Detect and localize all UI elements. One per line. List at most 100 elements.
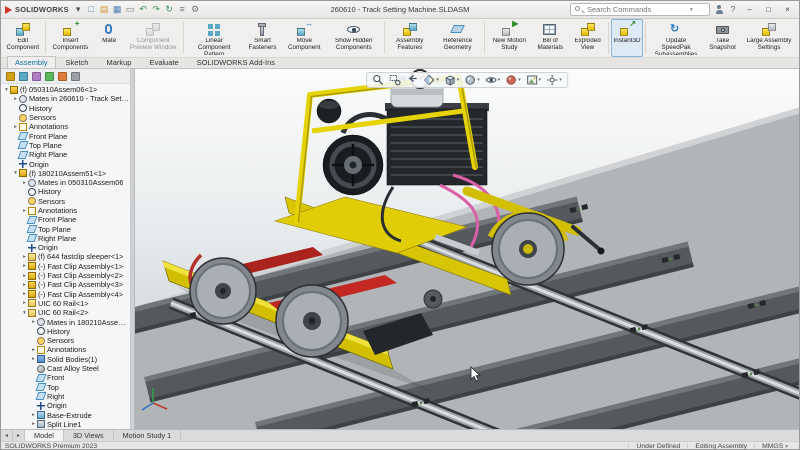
tree-item[interactable]: ▸ Split Line1 (1, 420, 130, 429)
help-button[interactable]: ? (728, 5, 738, 14)
hide-show-items-button[interactable]: ▾ (485, 74, 501, 86)
caret-down-icon[interactable]: ▾ (518, 77, 521, 83)
tree-item[interactable]: Right (1, 392, 130, 401)
status-units[interactable]: MMGS ▾ (754, 443, 795, 450)
tree-item[interactable]: ▸ Annotations (1, 206, 130, 215)
tree-item[interactable]: Top Plane (1, 141, 130, 150)
new-document-button[interactable]: □ (85, 3, 98, 16)
ribbon-button-component-preview-window[interactable]: Component Preview Window (125, 19, 181, 57)
tree-item[interactable]: ▸ Mates in 260610 - Track Setting Machin… (1, 94, 130, 103)
tree-expand-arrow[interactable]: ▸ (21, 254, 28, 260)
tree-expand-arrow[interactable]: ▸ (21, 291, 28, 297)
options-button[interactable]: ⚙ (189, 3, 202, 16)
displaymanager-tab[interactable] (58, 72, 67, 81)
ribbon-button-move-component[interactable]: ↔ Move Component (283, 19, 326, 57)
tree-item[interactable]: ▸ Mates in 180210Assem51 (1, 317, 130, 326)
minimize-button[interactable]: – (742, 5, 757, 14)
tree-expand-arrow[interactable]: ▸ (21, 263, 28, 269)
tab-evaluate[interactable]: Evaluate (141, 56, 186, 68)
redo-button[interactable]: ↷ (150, 3, 163, 16)
tree-item[interactable]: ▸ (-) Fast Clip Assembly<2> (1, 271, 130, 280)
tree-item[interactable]: ▸ (-) Fast Clip Assembly<1> (1, 262, 130, 271)
tree-item[interactable]: Origin (1, 401, 130, 410)
ribbon-button-update-speedpak[interactable]: ↻ Update SpeedPak Subassemblies (648, 19, 704, 57)
tree-item[interactable]: Right Plane (1, 234, 130, 243)
maximize-button[interactable]: □ (761, 5, 776, 14)
menu-expand-button[interactable]: ▾ (72, 3, 85, 16)
display-style-button[interactable]: ▾ (464, 74, 480, 86)
tree-item[interactable]: Cast Alloy Steel (1, 364, 130, 373)
tree-expand-arrow[interactable]: ▾ (3, 87, 10, 93)
ribbon-button-smart-fasteners[interactable]: Smart Fasteners (242, 19, 283, 57)
tab-markup[interactable]: Markup (98, 56, 139, 68)
user-account-icon[interactable] (714, 5, 724, 15)
tab-3d-views[interactable]: 3D Views (64, 430, 114, 441)
caret-down-icon[interactable]: ▾ (559, 77, 562, 83)
tree-item[interactable]: History (1, 187, 130, 196)
tree-expand-arrow[interactable]: ▸ (30, 421, 37, 427)
units-caret-icon[interactable]: ▾ (785, 444, 788, 450)
open-document-button[interactable]: ▤ (98, 3, 111, 16)
apply-scene-button[interactable]: ▾ (526, 74, 542, 86)
tree-expand-arrow[interactable]: ▾ (12, 170, 19, 176)
tree-item[interactable]: Top Plane (1, 224, 130, 233)
tab-sketch[interactable]: Sketch (58, 56, 97, 68)
ribbon-button-bill-of-materials[interactable]: Bill of Materials (531, 19, 569, 57)
tree-expand-arrow[interactable]: ▸ (30, 319, 37, 325)
tree-item[interactable]: ▸ UIC 60 Rail<1> (1, 299, 130, 308)
undo-button[interactable]: ↶ (137, 3, 150, 16)
tree-item[interactable]: Origin (1, 159, 130, 168)
tree-item[interactable]: Sensors (1, 197, 130, 206)
tree-item[interactable]: Sensors (1, 336, 130, 345)
section-view-button[interactable]: ▾ (423, 74, 439, 86)
ribbon-button-instant3d[interactable]: ↗ Instant3D (611, 19, 643, 57)
zoom-to-area-button[interactable] (389, 74, 401, 86)
tree-expand-arrow[interactable]: ▸ (30, 412, 37, 418)
tree-item[interactable]: Front (1, 373, 130, 382)
graphics-viewport[interactable]: ▾ ▾ ▾ ▾ ▾ (135, 69, 799, 429)
tree-item[interactable]: ▾ UIC 60 Rail<2> (1, 308, 130, 317)
tree-expand-arrow[interactable]: ▸ (30, 347, 37, 353)
zoom-to-fit-button[interactable] (372, 74, 384, 86)
tree-item[interactable]: ▸ (-) Fast Clip Assembly<3> (1, 280, 130, 289)
ribbon-button-large-assembly-settings[interactable]: Large Assembly Settings (741, 19, 797, 57)
tree-item[interactable]: ▸ Mates in 050310Assem06 (1, 178, 130, 187)
caret-down-icon[interactable]: ▾ (477, 77, 480, 83)
ribbon-button-take-snapshot[interactable]: Take Snapshot (704, 19, 741, 57)
close-button[interactable]: × (780, 5, 795, 14)
tree-expand-arrow[interactable]: ▸ (21, 300, 28, 306)
tree-item[interactable]: Right Plane (1, 150, 130, 159)
tree-item[interactable]: ▸ Annotations (1, 122, 130, 131)
tab-motion-study-1[interactable]: Motion Study 1 (114, 430, 182, 441)
configurationmanager-tab[interactable] (32, 72, 41, 81)
propertymanager-tab[interactable] (19, 72, 28, 81)
print-document-button[interactable]: ▭ (124, 3, 137, 16)
rebuild-button[interactable]: ↻ (163, 3, 176, 16)
view-orientation-button[interactable]: ▾ (444, 74, 460, 86)
ribbon-button-reference-geometry[interactable]: Reference Geometry (433, 19, 482, 57)
tab-assembly[interactable]: Assembly (7, 56, 56, 68)
tree-expand-arrow[interactable]: ▾ (21, 310, 28, 316)
tree-expand-arrow[interactable]: ▸ (21, 282, 28, 288)
tree-expand-arrow[interactable]: ▸ (12, 96, 19, 102)
ribbon-button-new-motion-study[interactable]: ▶ New Motion Study (487, 19, 531, 57)
ribbon-button-exploded-view[interactable]: Exploded View (569, 19, 606, 57)
search-caret-icon[interactable]: ▾ (690, 7, 693, 13)
tree-item[interactable]: History (1, 327, 130, 336)
ribbon-button-show-hidden-components[interactable]: Show Hidden Components (326, 19, 382, 57)
tree-item[interactable]: Top (1, 383, 130, 392)
caret-down-icon[interactable]: ▾ (436, 77, 439, 83)
dimxpertmanager-tab[interactable] (45, 72, 54, 81)
edit-appearance-button[interactable]: ▾ (505, 74, 521, 86)
tree-item[interactable]: ▾ (f) 050310Assem06<1> (1, 85, 130, 94)
ribbon-button-edit-component[interactable]: Edit Component (3, 19, 43, 57)
save-document-button[interactable]: ▦ (111, 3, 124, 16)
tree-item[interactable]: Origin (1, 243, 130, 252)
panel-tab-overflow[interactable] (71, 72, 80, 81)
tab-nav-next-icon[interactable]: ▸ (13, 430, 25, 441)
search-input[interactable] (587, 5, 687, 14)
ribbon-button-insert-components[interactable]: + Insert Components (48, 19, 94, 57)
tree-item[interactable]: Front Plane (1, 131, 130, 140)
tree-item[interactable]: ▸ Solid Bodies(1) (1, 355, 130, 364)
tab-solidworks-add-ins[interactable]: SOLIDWORKS Add-Ins (189, 56, 283, 68)
